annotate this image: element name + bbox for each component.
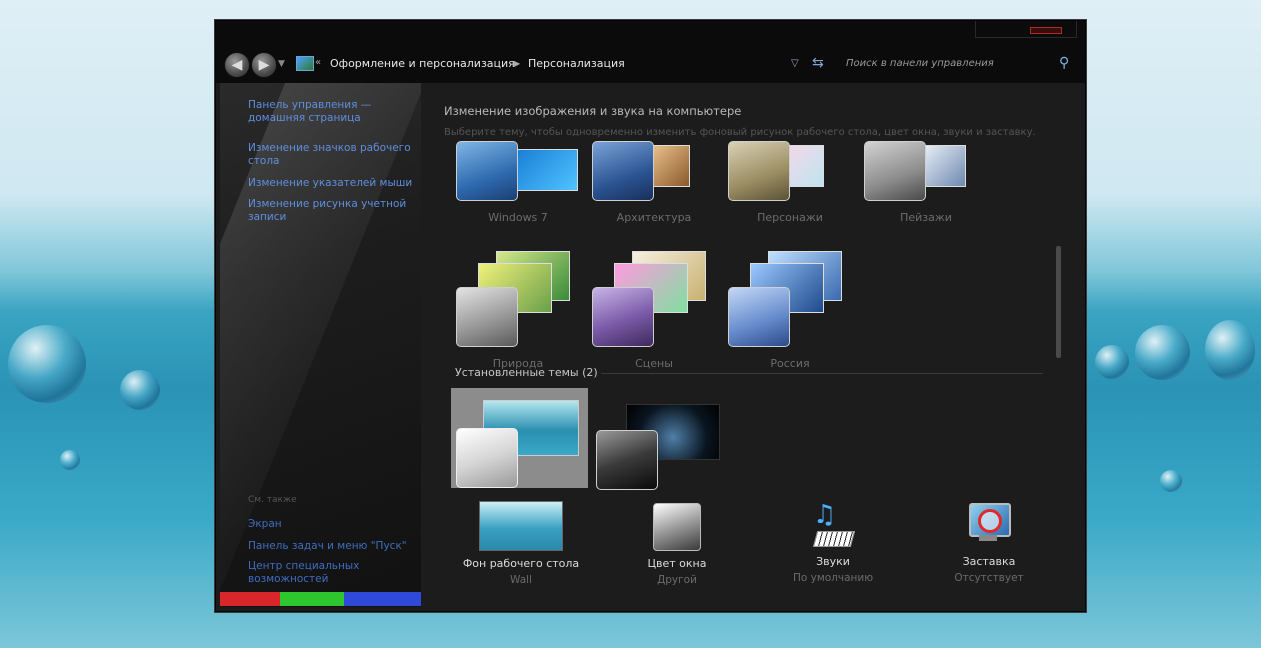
breadcrumb-arrow-icon[interactable]: ▶ <box>514 59 520 68</box>
sidebar-link-desktop-icons[interactable]: Изменение значков рабочего стола <box>248 142 418 168</box>
color-stripe-red <box>220 592 280 606</box>
see-also-label: См. также <box>248 495 297 505</box>
window-color-icon <box>653 503 701 551</box>
theme-glass-swatch <box>596 430 658 490</box>
window-caption-controls[interactable] <box>975 21 1077 38</box>
bubble-decoration <box>120 370 160 410</box>
theme-characters[interactable]: Персонажи <box>728 141 858 259</box>
setting-title: Цвет окна <box>647 557 707 570</box>
setting-title: Звуки <box>816 555 850 568</box>
theme-preview <box>788 145 824 187</box>
theme-label: Россия <box>770 357 810 370</box>
theme-preview <box>924 145 966 187</box>
installed-themes-label: Установленные темы (2) <box>455 366 598 379</box>
bubble-decoration <box>1205 320 1255 380</box>
theme-glass-swatch <box>456 287 518 347</box>
setting-value: Отсутствует <box>954 572 1024 584</box>
control-panel-icon <box>296 56 314 71</box>
section-divider <box>601 373 1043 374</box>
address-dropdown-icon[interactable]: ▽ <box>791 58 799 69</box>
search-input[interactable]: Поиск в панели управления <box>846 58 994 69</box>
installed-theme-dark[interactable] <box>596 388 726 490</box>
forward-button[interactable]: ▶ <box>251 52 277 78</box>
theme-glass-swatch <box>592 287 654 347</box>
sidebar-link-mouse-pointers[interactable]: Изменение указателей мыши <box>248 177 418 190</box>
bubble-decoration <box>1095 345 1129 379</box>
page-subtitle: Выберите тему, чтобы одновременно измени… <box>444 127 1036 138</box>
screensaver-icon <box>965 501 1013 549</box>
page-title: Изменение изображения и звука на компьют… <box>444 104 742 118</box>
theme-landscapes[interactable]: Пейзажи <box>864 141 994 259</box>
window-color-setting[interactable]: Цвет окна Другой <box>602 501 752 586</box>
back-button[interactable]: ◀ <box>224 52 250 78</box>
theme-russia[interactable]: Россия <box>728 251 858 370</box>
bubble-decoration <box>1135 325 1190 380</box>
theme-preview <box>652 145 690 187</box>
breadcrumb-personalization[interactable]: Персонализация <box>528 57 625 70</box>
main-content: Изменение изображения и звука на компьют… <box>421 83 1081 607</box>
theme-scenes[interactable]: Сцены <box>592 251 722 370</box>
wallpaper-icon <box>479 501 563 551</box>
setting-value: Другой <box>657 574 697 586</box>
sounds-setting[interactable]: ♫ Звуки По умолчанию <box>758 501 908 584</box>
color-stripe-green <box>280 592 344 606</box>
setting-value: По умолчанию <box>792 572 874 584</box>
sidebar-link-display[interactable]: Экран <box>248 518 418 531</box>
installed-theme-wall[interactable] <box>451 388 588 488</box>
theme-architecture[interactable]: Архитектура <box>592 141 722 259</box>
theme-nature[interactable]: Природа <box>456 251 586 370</box>
search-icon[interactable]: ⚲ <box>1059 55 1069 71</box>
desktop-background-setting[interactable]: Фон рабочего стола Wall <box>446 501 596 586</box>
breadcrumb-chevrons: « <box>315 57 322 68</box>
bubble-decoration <box>8 325 86 403</box>
setting-value: Wall <box>510 574 532 586</box>
theme-preview <box>516 149 578 191</box>
theme-label: Пейзажи <box>900 211 952 224</box>
sidebar-link-account-picture[interactable]: Изменение рисунка учетной записи <box>248 198 418 224</box>
close-icon[interactable] <box>1030 27 1062 34</box>
chevron-down-icon[interactable]: ▼ <box>278 59 285 69</box>
theme-glass-swatch <box>728 287 790 347</box>
refresh-icon[interactable]: ⇆ <box>812 55 824 71</box>
control-panel-window: ◀ ▶ ▼ « Оформление и персонализация ▶ Пе… <box>215 20 1086 612</box>
theme-glass-swatch <box>592 141 654 201</box>
sidebar-link-accessibility[interactable]: Центр специальных возможностей <box>248 560 418 586</box>
theme-glass-swatch <box>456 428 518 488</box>
sidebar: Панель управления — домашняя страница Из… <box>220 83 421 607</box>
theme-glass-swatch <box>864 141 926 201</box>
bubble-decoration <box>1160 470 1182 492</box>
theme-glass-swatch <box>456 141 518 201</box>
breadcrumb-appearance[interactable]: Оформление и персонализация <box>330 57 515 70</box>
sidebar-link-home[interactable]: Панель управления — домашняя страница <box>248 99 418 125</box>
color-stripe-blue <box>344 592 421 606</box>
screensaver-setting[interactable]: Заставка Отсутствует <box>914 501 1064 584</box>
setting-title: Заставка <box>962 555 1016 568</box>
sidebar-link-taskbar[interactable]: Панель задач и меню "Пуск" <box>248 540 418 553</box>
sounds-icon: ♫ <box>809 501 857 549</box>
theme-windows7[interactable]: Windows 7 <box>456 141 586 259</box>
setting-title: Фон рабочего стола <box>462 557 580 570</box>
title-bar: ◀ ▶ ▼ « Оформление и персонализация ▶ Пе… <box>216 21 1085 83</box>
theme-glass-swatch <box>728 141 790 201</box>
bubble-decoration <box>60 450 80 470</box>
scrollbar-thumb[interactable] <box>1056 246 1061 358</box>
